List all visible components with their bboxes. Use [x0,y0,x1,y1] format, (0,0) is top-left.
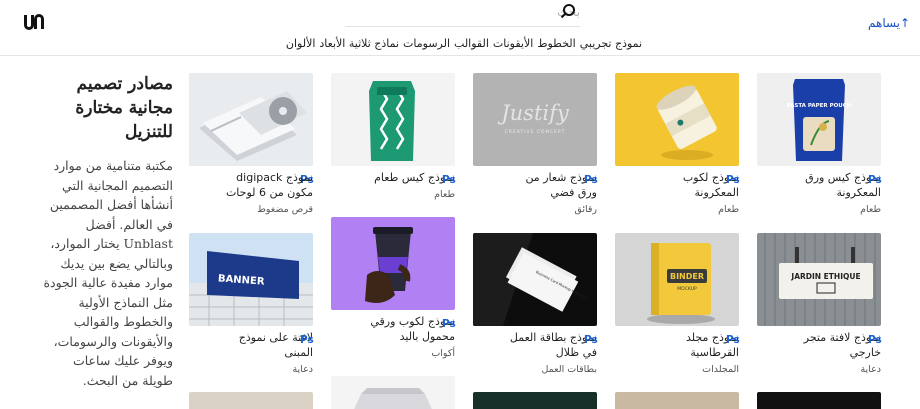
resource-card[interactable]: PASTA PAPER POUCH نموذج كيس ورق المعكرون… [757,73,882,215]
card-category[interactable]: المجلدات [702,364,739,375]
card-thumbnail[interactable]: Business Card Mockup Collection [473,233,597,326]
resource-card[interactable]: Ps نموذج digipack مكون من 6 لوحات قرص مض… [189,73,314,215]
resource-card[interactable]: BANNER لافتة على نموذج المبنى Ps دعاية [189,233,314,375]
photoshop-badge: Ps [442,174,456,186]
thumb-creative-text: CREATIVE CONCEPT [505,129,566,135]
card-title[interactable]: نموذج digipack مكون من 6 لوحات [221,170,313,200]
photoshop-badge: Ps [726,334,740,346]
card-thumbnail[interactable]: JARDIN ETHIQUE [757,233,881,326]
category-nav: الألوان نماذج ثلاثية الأبعاد الرسومات ال… [286,37,642,50]
nav-item-templates[interactable]: القوالب [454,37,489,50]
nav-item-3d-models[interactable]: نماذج ثلاثية الأبعاد [319,37,399,50]
thumb-justify-text: Justify [497,101,570,125]
resource-card[interactable]: Justify CREATIVE CONCEPT نموذج شعار من و… [473,73,598,215]
nav-item-fonts[interactable]: الخطوط [537,37,575,50]
photoshop-badge: Ps [868,174,882,186]
card-thumbnail[interactable] [757,392,881,409]
photoshop-badge: Ps [726,174,740,186]
contribute-link[interactable]: ↑يساهم [868,16,910,30]
card-thumbnail[interactable] [615,392,739,409]
photoshop-badge: Ps [442,318,456,330]
card-category[interactable]: أكواب [431,348,455,359]
thumb-binder-sub-text: MOCKUP [677,286,697,292]
resource-card[interactable]: نموذج كيس طعام Ps طعام [331,73,456,200]
header-divider [0,55,920,56]
photoshop-badge: Ps [584,334,598,346]
resource-card[interactable]: JARDIN ETHIQUE نموذج لافتة متجر خارجي Ps… [757,233,882,375]
card-thumbnail[interactable] [615,73,739,166]
card-category[interactable]: رقائق [574,204,597,215]
photoshop-badge: Ps [584,174,598,186]
card-category[interactable]: بطاقات العمل [541,364,597,375]
unblast-logo[interactable] [22,11,46,33]
card-category[interactable]: دعاية [860,364,881,375]
nav-item-colors[interactable]: الألوان [286,37,316,50]
hero-description: مكتبة متنامية من موارد التصميم المجانية … [43,158,173,388]
resource-card[interactable]: نموذج لكوب المعكرونة Ps طعام [615,73,740,215]
thumb-jardin-text: JARDIN ETHIQUE [790,272,860,281]
card-thumbnail[interactable]: PASTA PAPER POUCH [757,73,881,166]
card-thumbnail[interactable] [331,73,455,166]
search-icon[interactable] [560,3,576,19]
card-category[interactable]: طعام [434,189,455,200]
card-thumbnail[interactable]: Justify CREATIVE CONCEPT [473,73,597,166]
resource-card[interactable]: BINDER MOCKUP نموذج مجلد القرطاسية Ps ال… [615,233,740,375]
hero-title: مصادر تصميم مجانية مختارة للتنزيل [75,74,173,142]
card-thumbnail[interactable] [331,376,455,409]
card-thumbnail[interactable] [473,392,597,409]
thumb-pasta-text: PASTA PAPER POUCH [787,103,852,109]
nav-item-mockups[interactable]: نموذج تجريبي [580,37,642,50]
card-category[interactable]: طعام [718,204,739,215]
card-category[interactable]: قرص مضغوط [257,204,313,215]
card-thumbnail[interactable]: BINDER MOCKUP [615,233,739,326]
nav-item-icons[interactable]: الأيقونات [493,37,533,50]
nav-item-graphics[interactable]: الرسومات [403,37,450,50]
card-thumbnail[interactable] [189,392,313,409]
resource-card[interactable]: Business Card Mockup Collection نموذج بط… [473,233,598,375]
thumb-binder-text: BINDER [670,272,704,281]
resource-card[interactable]: نموذج لكوب ورقي محمول باليد Ps أكواب [331,217,456,359]
card-thumbnail[interactable] [331,217,455,310]
card-category[interactable]: طعام [860,204,881,215]
photoshop-badge: Ps [868,334,882,346]
card-category[interactable]: دعاية [292,364,313,375]
photoshop-badge: Ps [300,334,314,346]
card-thumbnail[interactable] [189,73,313,166]
card-thumbnail[interactable]: BANNER [189,233,313,326]
search-bar[interactable]: بحث [345,0,580,27]
